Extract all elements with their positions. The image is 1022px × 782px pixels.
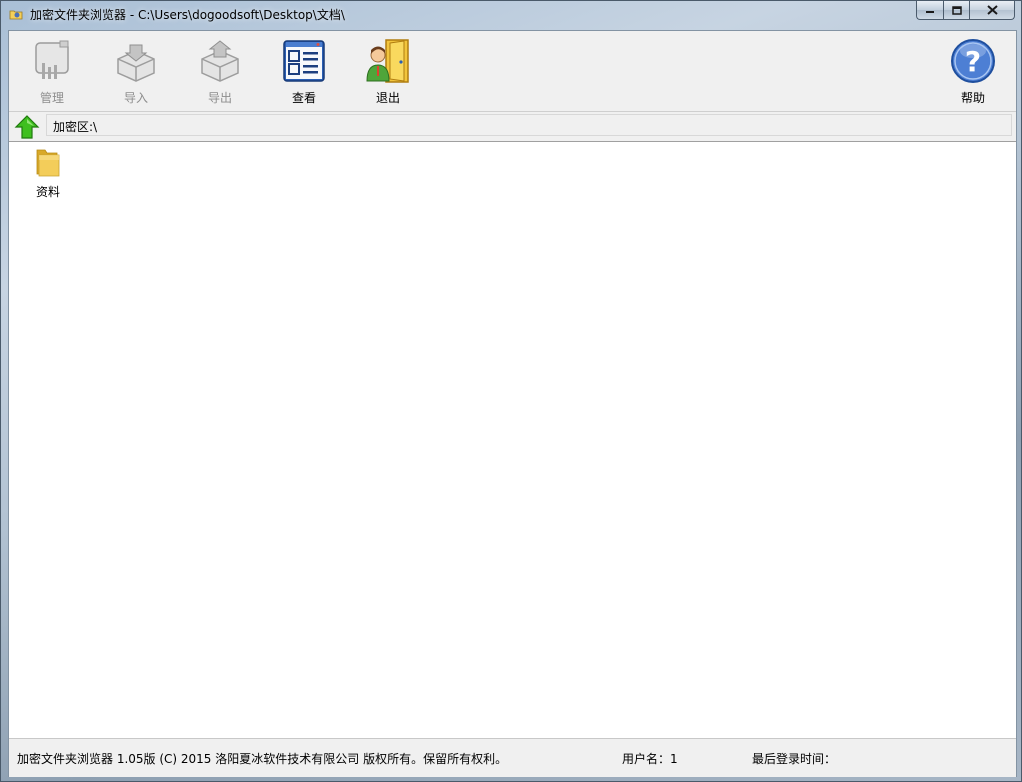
app-window: 加密文件夹浏览器 - C:\Users\dogoodsoft\Desktop\文…: [0, 0, 1022, 782]
maximize-icon: [951, 5, 962, 15]
client-area: 管理 导入 导出 查看 退出 ? 帮助 加密区:\ 资料 加密文件夹浏览器 1.…: [8, 30, 1017, 777]
export-label: 导出: [207, 91, 232, 105]
status-bar: 加密文件夹浏览器 1.05版 (C) 2015 洛阳夏冰软件技术有限公司 版权所…: [9, 738, 1016, 777]
manage-button[interactable]: 管理: [17, 35, 87, 105]
maximize-button[interactable]: [943, 1, 969, 20]
export-icon: [201, 40, 239, 82]
exit-door-icon: [366, 39, 409, 83]
up-arrow-icon[interactable]: [14, 114, 40, 140]
minimize-button[interactable]: [916, 1, 943, 20]
manage-icon: [35, 40, 69, 79]
status-username: 用户名：1: [622, 752, 678, 766]
view-label: 查看: [291, 91, 316, 105]
file-list-pane[interactable]: 资料: [9, 141, 1016, 738]
address-field[interactable]: 加密区:\: [46, 114, 1012, 136]
view-button[interactable]: 查看: [269, 35, 339, 105]
close-icon: [986, 5, 998, 15]
manage-label: 管理: [39, 91, 64, 105]
app-icon: [9, 10, 23, 20]
help-label: 帮助: [960, 91, 985, 105]
caption-buttons: [916, 1, 1015, 21]
help-icon: ?: [951, 39, 995, 83]
title-bar[interactable]: 加密文件夹浏览器 - C:\Users\dogoodsoft\Desktop\文…: [1, 1, 1021, 29]
exit-button[interactable]: 退出: [353, 35, 423, 105]
folder-item[interactable]: 资料: [23, 146, 73, 200]
minimize-icon: [926, 11, 934, 13]
close-button[interactable]: [969, 1, 1015, 20]
window-title: 加密文件夹浏览器 - C:\Users\dogoodsoft\Desktop\文…: [30, 8, 345, 22]
export-button[interactable]: 导出: [185, 35, 255, 105]
import-icon: [117, 44, 155, 82]
folder-name: 资料: [35, 185, 60, 199]
exit-label: 退出: [375, 91, 400, 105]
view-icon: [283, 40, 325, 82]
status-copyright: 加密文件夹浏览器 1.05版 (C) 2015 洛阳夏冰软件技术有限公司 版权所…: [17, 752, 508, 766]
import-button[interactable]: 导入: [101, 35, 171, 105]
svg-text:?: ?: [965, 45, 981, 78]
status-last-login: 最后登录时间：: [752, 752, 837, 766]
import-label: 导入: [123, 91, 148, 105]
address-bar: 加密区:\: [9, 111, 1016, 141]
toolbar: 管理 导入 导出 查看 退出 ? 帮助: [9, 31, 1016, 111]
folder-icon: [36, 149, 60, 177]
help-button[interactable]: ? 帮助: [938, 35, 1008, 105]
